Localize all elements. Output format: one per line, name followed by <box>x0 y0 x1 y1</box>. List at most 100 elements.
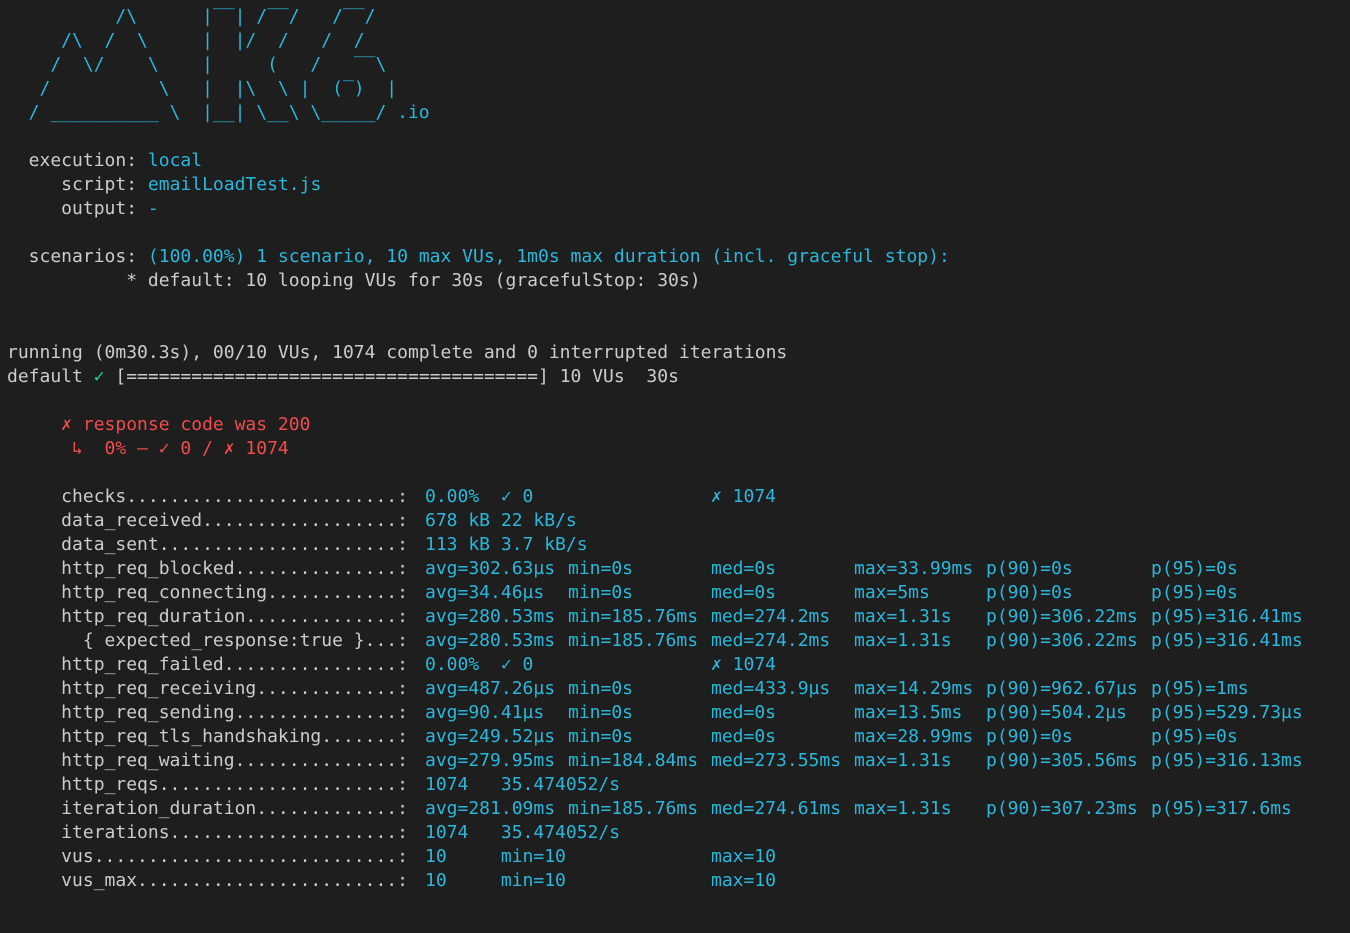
metric-value: p(90)=306.22ms <box>986 630 1138 651</box>
scenarios-line: scenarios: (100.00%) 1 scenario, 10 max … <box>7 245 1350 269</box>
metric-value: min=184.84ms <box>568 750 699 771</box>
metric-name: http_req_blocked...............: <box>7 558 419 579</box>
metric-value: ✗ 1074 <box>711 654 777 675</box>
metric-row: http_req_waiting...............: avg=279… <box>7 749 1350 773</box>
scenarios-value: (100.00%) 1 scenario, 10 max VUs, 1m0s m… <box>147 246 950 267</box>
metric-value: 113 kB 3.7 kB/s <box>425 534 588 555</box>
metric-name: http_req_connecting............: <box>7 582 419 603</box>
metric-value: med=274.2ms <box>711 630 831 651</box>
metric-value: p(95)=0s <box>1151 558 1238 579</box>
script-label: script: <box>7 174 148 195</box>
metric-row: http_req_blocked...............: avg=302… <box>7 557 1350 581</box>
output-label: output: <box>7 198 148 219</box>
metric-value: med=274.61ms <box>711 798 842 819</box>
metric-value: max=10 <box>711 846 777 867</box>
metric-row: { expected_response:true }...: avg=280.5… <box>7 629 1350 653</box>
metric-name: data_received..................: <box>7 510 419 531</box>
default-scenario-line: * default: 10 looping VUs for 30s (grace… <box>7 270 701 291</box>
metric-value: 678 kB 22 kB/s <box>425 510 577 531</box>
metric-value: avg=279.95ms <box>425 750 556 771</box>
metric-name: vus_max........................: <box>7 870 419 891</box>
metric-value: min=185.76ms <box>568 606 699 627</box>
logo-line: /\ |‾‾| /‾‾/ /‾‾/ <box>7 6 376 27</box>
execution-line: execution: local <box>7 149 1350 173</box>
metric-row: data_received..................: 678 kB … <box>7 509 1350 533</box>
metric-value: p(90)=0s <box>986 582 1073 603</box>
scenarios-label: scenarios: <box>7 246 148 267</box>
output-value: - <box>147 198 159 219</box>
metric-value: max=1.31s <box>854 630 952 651</box>
metric-value: p(90)=307.23ms <box>986 798 1138 819</box>
metric-value: 1074 35.474052/s <box>425 774 621 795</box>
metric-value: p(90)=962.67µs <box>986 678 1138 699</box>
metric-row: vus_max........................: 10 min=… <box>7 869 1350 893</box>
metric-value: max=1.31s <box>854 750 952 771</box>
k6-ascii-logo: /\ |‾‾| /‾‾/ /‾‾/ /\ / \ | |/ / / / / \/… <box>7 5 1350 125</box>
metric-value: 0.00% ✓ 0 <box>425 654 534 675</box>
running-status: running (0m30.3s), 00/10 VUs, 1074 compl… <box>7 342 788 363</box>
metric-name: iteration_duration.............: <box>7 798 419 819</box>
metric-value: avg=487.26µs <box>425 678 556 699</box>
metric-row: http_req_tls_handshaking.......: avg=249… <box>7 725 1350 749</box>
metric-value: p(95)=0s <box>1151 582 1238 603</box>
metric-value: min=0s <box>568 726 634 747</box>
metric-row: vus............................: 10 min=… <box>7 845 1350 869</box>
metric-value: min=185.76ms <box>568 630 699 651</box>
metric-value: p(90)=306.22ms <box>986 606 1138 627</box>
check-failed-title: ✗ response code was 200 <box>7 414 311 435</box>
metric-value: 10 min=10 <box>425 870 566 891</box>
metric-row: http_req_receiving.............: avg=487… <box>7 677 1350 701</box>
metric-value: max=1.31s <box>854 606 952 627</box>
metric-value: p(90)=305.56ms <box>986 750 1138 771</box>
metric-row: http_req_connecting............: avg=34.… <box>7 581 1350 605</box>
metric-value: max=1.31s <box>854 798 952 819</box>
metric-value: 1074 35.474052/s <box>425 822 621 843</box>
metric-value: p(90)=504.2µs <box>986 702 1127 723</box>
metric-value: avg=281.09ms <box>425 798 556 819</box>
metric-name: http_req_receiving.............: <box>7 678 419 699</box>
metric-row: checks.........................: 0.00% ✓… <box>7 485 1350 509</box>
metric-row: iteration_duration.............: avg=281… <box>7 797 1350 821</box>
metric-value: med=0s <box>711 702 777 723</box>
metric-name: data_sent......................: <box>7 534 419 555</box>
metric-value: min=0s <box>568 558 634 579</box>
metric-value: min=185.76ms <box>568 798 699 819</box>
logo-line: / \ | |\ \ | (‾) | <box>7 78 398 99</box>
metric-value: p(95)=0s <box>1151 726 1238 747</box>
metric-name: http_reqs......................: <box>7 774 419 795</box>
metric-value: p(95)=316.41ms <box>1151 606 1303 627</box>
metric-row: data_sent......................: 113 kB … <box>7 533 1350 557</box>
metric-value: avg=280.53ms <box>425 606 556 627</box>
metric-value: med=274.2ms <box>711 606 831 627</box>
metric-value: max=14.29ms <box>854 678 974 699</box>
metric-value: med=273.55ms <box>711 750 842 771</box>
metric-value: p(90)=0s <box>986 558 1073 579</box>
metric-value: min=0s <box>568 702 634 723</box>
metric-name: iterations.....................: <box>7 822 419 843</box>
terminal-output[interactable]: /\ |‾‾| /‾‾/ /‾‾/ /\ / \ | |/ / / / / \/… <box>7 5 1350 893</box>
metric-value: med=0s <box>711 582 777 603</box>
metric-value: avg=34.46µs <box>425 582 545 603</box>
metric-row: iterations.....................: 1074 35… <box>7 821 1350 845</box>
metric-name: http_req_waiting...............: <box>7 750 419 771</box>
metric-value: max=10 <box>711 870 777 891</box>
logo-line: / __________ \ |__| \__\ \_____/ .io <box>7 102 430 123</box>
progress-line: default ✓ [=============================… <box>7 365 1350 389</box>
metric-value: p(90)=0s <box>986 726 1073 747</box>
check-failed-summary: ↳ 0% — ✓ 0 / ✗ 1074 <box>7 438 289 459</box>
metric-value: max=33.99ms <box>854 558 974 579</box>
metric-row: http_req_sending...............: avg=90.… <box>7 701 1350 725</box>
metric-name: { expected_response:true }...: <box>7 630 419 651</box>
metric-value: p(95)=529.73µs <box>1151 702 1303 723</box>
execution-label: execution: <box>7 150 148 171</box>
metric-name: vus............................: <box>7 846 419 867</box>
metric-value: max=13.5ms <box>854 702 963 723</box>
progress-default-label: default <box>7 366 94 387</box>
metric-name: http_req_tls_handshaking.......: <box>7 726 419 747</box>
metric-value: med=0s <box>711 558 777 579</box>
metric-value: p(95)=1ms <box>1151 678 1249 699</box>
